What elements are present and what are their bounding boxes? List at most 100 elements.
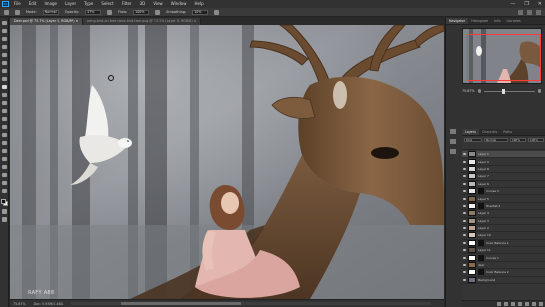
crop-tool-icon[interactable] <box>1 52 7 58</box>
visibility-eye-icon[interactable] <box>463 227 466 230</box>
zoom-out-icon[interactable] <box>477 89 482 93</box>
minimize-button[interactable]: — <box>510 0 515 8</box>
visibility-eye-icon[interactable] <box>463 204 466 207</box>
screen-mode-icon[interactable] <box>1 217 7 222</box>
layer-thumbnail[interactable] <box>468 254 476 261</box>
tab-libraries[interactable]: Libraries <box>504 18 524 24</box>
layer-row[interactable]: deer <box>462 262 545 270</box>
visibility-eye-icon[interactable] <box>463 190 466 193</box>
zoom-slider[interactable] <box>484 88 535 94</box>
layer-fill-field[interactable]: 100% <box>528 138 544 142</box>
share-icon[interactable] <box>536 10 541 15</box>
layer-row[interactable]: Layer 2 <box>462 225 545 233</box>
layer-thumbnail[interactable] <box>468 180 476 187</box>
properties-panel-icon[interactable] <box>450 139 456 144</box>
color-swatches[interactable] <box>0 198 8 206</box>
visibility-eye-icon[interactable] <box>463 219 466 222</box>
path-select-tool-icon[interactable] <box>1 156 7 162</box>
menu-window[interactable]: Window <box>171 0 187 8</box>
menu-3d[interactable]: 3D <box>140 0 146 8</box>
layer-row[interactable]: Curves 3 <box>462 188 545 196</box>
menu-view[interactable]: View <box>153 0 163 8</box>
maximize-button[interactable]: ❐ <box>524 0 528 8</box>
visibility-eye-icon[interactable] <box>463 256 466 259</box>
menu-filter[interactable]: Filter <box>122 0 132 8</box>
settings-gear-icon[interactable] <box>214 9 220 15</box>
layer-thumbnail[interactable] <box>468 217 476 224</box>
navigator-preview[interactable] <box>462 28 542 84</box>
opacity-field[interactable]: 47% <box>85 9 102 15</box>
trash-icon[interactable] <box>539 302 543 306</box>
blend-mode-select[interactable]: Normal <box>484 138 508 142</box>
menu-type[interactable]: Type <box>84 0 93 8</box>
layer-row[interactable]: Curves 1 <box>462 254 545 262</box>
horizontal-scrollbar[interactable] <box>71 302 432 305</box>
clone-stamp-tool-icon[interactable] <box>1 92 7 98</box>
visibility-eye-icon[interactable] <box>463 249 466 252</box>
tab-channels[interactable]: Channels <box>479 129 500 135</box>
layer-thumbnail[interactable] <box>468 151 476 158</box>
navigator-zoom-value[interactable]: 75.67% <box>462 89 475 93</box>
layer-thumbnail[interactable] <box>468 158 476 165</box>
quick-mask-icon[interactable] <box>1 209 7 214</box>
close-button[interactable]: ✕ <box>538 0 542 8</box>
eyedropper-tool-icon[interactable] <box>1 68 7 74</box>
layer-thumbnail[interactable] <box>468 269 476 276</box>
gradient-tool-icon[interactable] <box>1 116 7 122</box>
layer-row[interactable]: Color Balance 1 <box>462 239 545 248</box>
zoom-in-icon[interactable] <box>537 89 542 93</box>
visibility-eye-icon[interactable] <box>463 212 466 215</box>
group-icon[interactable] <box>525 302 529 306</box>
layer-row[interactable]: Layer 8 <box>462 165 545 174</box>
move-tool-icon[interactable] <box>1 21 7 26</box>
scrollbar-thumb[interactable] <box>121 302 242 305</box>
frame-tool-icon[interactable] <box>1 60 7 66</box>
layer-mask-thumbnail[interactable] <box>478 269 484 276</box>
layer-thumbnail[interactable] <box>468 165 476 172</box>
layer-thumbnail[interactable] <box>468 225 476 232</box>
tab-paths[interactable]: Paths <box>500 129 515 135</box>
layer-row[interactable]: Layer 5 <box>462 195 545 203</box>
menu-image[interactable]: Image <box>44 0 57 8</box>
visibility-eye-icon[interactable] <box>463 264 466 267</box>
layer-mask-thumbnail[interactable] <box>478 188 484 195</box>
new-layer-icon[interactable] <box>532 302 536 306</box>
layer-row[interactable]: Layer 6 <box>462 180 545 188</box>
layer-row[interactable]: Color Balance 2 <box>462 269 545 277</box>
tab-histogram[interactable]: Histogram <box>468 18 491 24</box>
layer-row[interactable]: Layer 3 <box>462 217 545 225</box>
more-tools-icon[interactable] <box>1 188 7 194</box>
navigator-view-box[interactable] <box>467 34 541 81</box>
layer-thumbnail[interactable] <box>468 262 476 269</box>
status-zoom[interactable]: 75.67% <box>13 302 26 306</box>
layer-row[interactable]: Layer 4 <box>462 210 545 218</box>
layer-row[interactable]: Background <box>462 276 545 285</box>
history-panel-icon[interactable] <box>450 129 456 134</box>
lasso-tool-icon[interactable] <box>1 36 7 42</box>
tab-layers[interactable]: Layers <box>462 129 479 135</box>
layer-thumbnail[interactable] <box>468 188 476 195</box>
pen-tool-icon[interactable] <box>1 140 7 146</box>
mode-select[interactable]: Normal <box>42 9 59 15</box>
layer-row[interactable]: Layer 7 <box>462 173 545 181</box>
kind-filter-select[interactable]: Kind <box>464 138 482 142</box>
marquee-tool-icon[interactable] <box>1 28 7 34</box>
layer-thumbnail[interactable] <box>468 239 476 246</box>
foreground-color-swatch[interactable] <box>0 198 6 204</box>
dodge-tool-icon[interactable] <box>1 132 7 138</box>
layer-row[interactable]: Layer 11 <box>462 247 545 255</box>
smoothing-field[interactable]: 10% <box>192 9 209 15</box>
layer-row[interactable]: Layer 9 <box>462 158 545 166</box>
blur-tool-icon[interactable] <box>1 124 7 130</box>
hand-tool-icon[interactable] <box>1 172 7 178</box>
layer-thumbnail[interactable] <box>468 232 476 239</box>
tab-deer-psd[interactable]: Deer.psd @ 75.7% (Layer 1, RGB/8*) × <box>10 18 84 25</box>
search-icon[interactable] <box>518 10 523 15</box>
tab-navigator[interactable]: Navigator <box>446 18 469 24</box>
eraser-tool-icon[interactable] <box>1 108 7 114</box>
menu-edit[interactable]: Edit <box>29 0 37 8</box>
layer-row[interactable]: Layer 10 <box>462 232 545 240</box>
layer-thumbnail[interactable] <box>468 210 476 217</box>
pressure-opacity-icon[interactable] <box>107 9 113 15</box>
airbrush-icon[interactable] <box>155 9 161 15</box>
